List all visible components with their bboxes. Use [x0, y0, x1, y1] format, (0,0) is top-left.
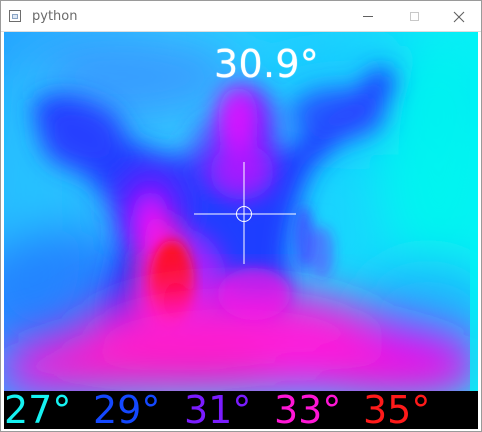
- temperature-legend: 27° 29° 31° 33° 35°: [4, 388, 478, 429]
- crosshair-icon: [194, 162, 296, 264]
- thermal-camera-client: 30.9° 27° 29° 31° 33° 35°: [4, 32, 478, 429]
- maximize-icon: [409, 12, 419, 21]
- legend-temp-27: 27°: [4, 388, 72, 429]
- legend-temp-29: 29°: [93, 388, 161, 429]
- maximize-button[interactable]: [391, 1, 437, 32]
- center-temperature-reading: 30.9°: [214, 42, 320, 86]
- thermal-image-view[interactable]: 30.9°: [4, 32, 478, 391]
- close-icon: [453, 11, 465, 22]
- close-button[interactable]: [436, 1, 481, 32]
- legend-temp-33: 33°: [274, 388, 342, 429]
- legend-temp-35: 35°: [363, 388, 431, 429]
- application-window: python 30.9° 27° 29° 31° 33° 35°: [0, 0, 482, 432]
- legend-temp-31: 31°: [184, 388, 252, 429]
- window-title: python: [32, 9, 78, 24]
- window-titlebar[interactable]: python: [1, 1, 481, 32]
- minimize-button[interactable]: [345, 1, 391, 32]
- python-app-icon: [9, 10, 21, 22]
- minimize-icon: [363, 16, 373, 17]
